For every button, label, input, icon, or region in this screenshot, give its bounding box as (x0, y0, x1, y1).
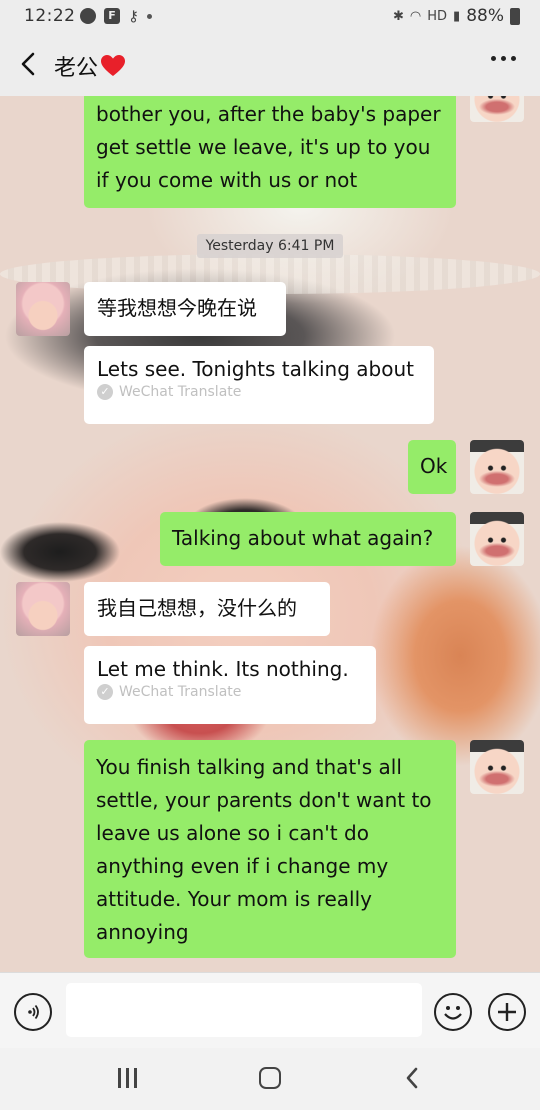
heart-icon (100, 54, 126, 78)
status-notification-icons: F ⚷ (80, 7, 152, 25)
message-input[interactable] (66, 983, 422, 1037)
message-line: anything even if i change my (96, 854, 389, 878)
back-nav-icon[interactable] (400, 1066, 424, 1090)
message-line: get settle we leave, it's up to you (96, 135, 431, 159)
battery-percent: 88% (466, 6, 504, 26)
recents-icon[interactable] (118, 1068, 137, 1088)
input-bar (0, 972, 540, 1048)
dot-icon (147, 13, 152, 19)
message-text: 等我想想今晚在说 (97, 296, 257, 320)
status-time: 12:22 (24, 6, 76, 26)
chat-area[interactable]: bother you, after the baby's paper get s… (0, 96, 540, 972)
translation-text: Let me think. Its nothing. (97, 657, 349, 681)
wechat-translate-tag: ✓ WeChat Translate (97, 384, 434, 400)
bluetooth-icon: ✱ (393, 8, 404, 24)
message-bubble-sent[interactable]: Talking about what again? (160, 512, 456, 566)
contact-name: 老公 (54, 56, 99, 81)
translation-text: Lets see. Tonights talking about (97, 357, 414, 381)
message-line: You finish talking and that's all (96, 755, 402, 779)
message-line: settle, your parents don't want to (96, 788, 432, 812)
status-bar: 12:22 F ⚷ ✱ ◠ HD ▮ 88% (0, 0, 540, 34)
message-bubble-sent[interactable]: You finish talking and that's all settle… (84, 740, 456, 958)
wechat-translate-tag: ✓ WeChat Translate (97, 684, 376, 700)
message-line: leave us alone so i can't do (96, 821, 369, 845)
my-avatar[interactable] (470, 740, 524, 794)
wifi-icon: ◠ (409, 8, 422, 24)
my-avatar[interactable] (470, 440, 524, 494)
chat-title: 老公 (54, 50, 126, 82)
message-bubble-sent[interactable]: Ok (408, 440, 456, 494)
translation-bubble[interactable]: Let me think. Its nothing. ✓ WeChat Tran… (84, 646, 376, 724)
my-avatar[interactable] (470, 512, 524, 566)
message-text: Talking about what again? (172, 526, 434, 550)
plus-icon[interactable] (488, 993, 526, 1031)
more-dots-icon[interactable] (491, 56, 516, 61)
contact-avatar[interactable] (16, 582, 70, 636)
check-icon: ✓ (97, 684, 113, 700)
system-nav-bar (0, 1048, 540, 1110)
message-timestamp: Yesterday 6:41 PM (197, 234, 343, 258)
hd-icon: HD (427, 8, 448, 24)
translate-label: WeChat Translate (119, 384, 242, 400)
key-icon: ⚷ (128, 7, 139, 25)
home-icon[interactable] (259, 1067, 281, 1089)
translation-bubble[interactable]: Lets see. Tonights talking about ✓ WeCha… (84, 346, 434, 424)
battery-icon (510, 7, 520, 25)
message-line: attitude. Your mom is really (96, 887, 372, 911)
message-bubble-received[interactable]: 等我想想今晚在说 (84, 282, 286, 336)
flipboard-icon: F (104, 8, 120, 24)
message-text: 我自己想想，没什么的 (97, 596, 297, 620)
chat-header: 老公 (0, 34, 540, 96)
globe-icon (80, 8, 96, 24)
my-avatar[interactable] (470, 96, 524, 122)
chevron-left-icon[interactable] (12, 48, 44, 80)
contact-avatar[interactable] (16, 282, 70, 336)
message-text: Ok (420, 454, 448, 478)
message-line: annoying (96, 920, 189, 944)
message-line: bother you, after the baby's paper (96, 102, 441, 126)
message-line: if you come with us or not (96, 168, 358, 192)
message-bubble-sent[interactable]: bother you, after the baby's paper get s… (84, 96, 456, 208)
translate-label: WeChat Translate (119, 684, 242, 700)
status-system-icons: ✱ ◠ HD ▮ 88% (393, 6, 520, 26)
signal-icon: ▮ (453, 8, 461, 24)
check-icon: ✓ (97, 384, 113, 400)
emoji-icon[interactable] (434, 993, 472, 1031)
voice-icon[interactable] (14, 993, 52, 1031)
message-bubble-received[interactable]: 我自己想想，没什么的 (84, 582, 330, 636)
